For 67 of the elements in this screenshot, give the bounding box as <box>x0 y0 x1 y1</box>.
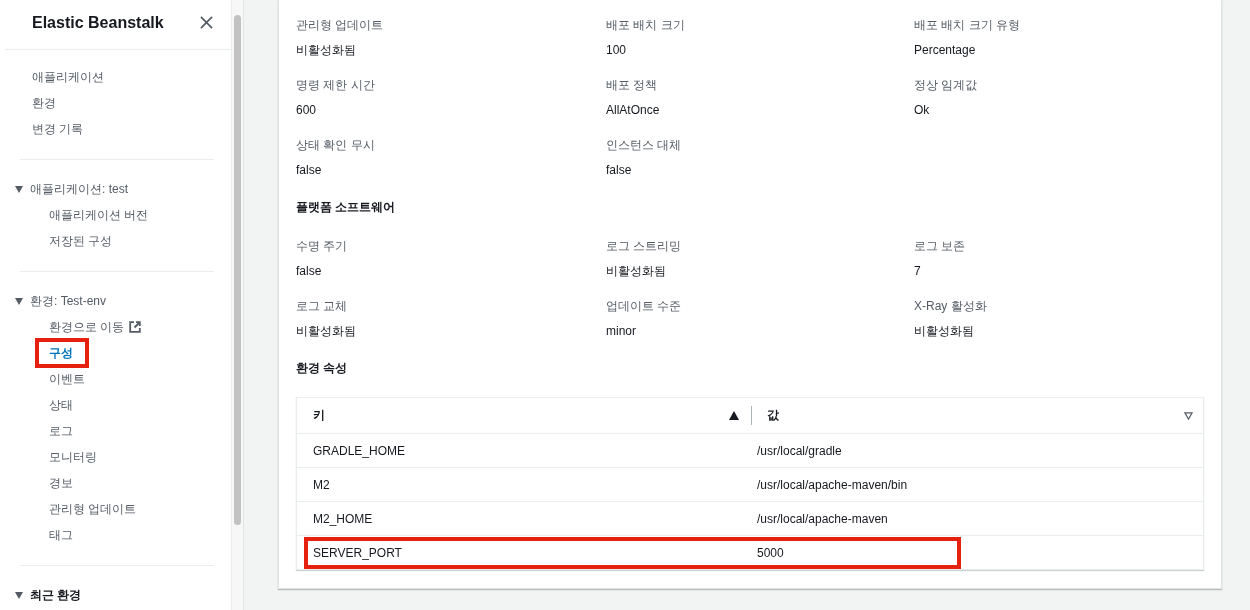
sidebar-link[interactable]: 환경으로 이동 <box>49 318 125 336</box>
field-label: 업데이트 수준 <box>606 298 683 315</box>
caret-icon[interactable] <box>15 185 23 193</box>
field-value: 100 <box>606 42 628 59</box>
field-value: 7 <box>914 263 922 280</box>
section-heading: 플랫폼 소프트웨어 <box>296 199 397 216</box>
table-cell-text: M2_HOME <box>312 511 374 526</box>
sidebar-link[interactable]: 환경 <box>32 94 56 112</box>
field-label: 명령 제한 시간 <box>296 77 376 94</box>
field-label: 로그 교체 <box>296 298 349 315</box>
sidebar-group-heading[interactable]: 최근 환경 <box>30 586 82 604</box>
column-header[interactable]: 값 <box>767 407 1184 424</box>
field-label: 로그 보존 <box>914 238 967 255</box>
sidebar-link[interactable]: 구성 <box>49 344 73 362</box>
sidebar-link[interactable]: 모니터링 <box>49 448 97 466</box>
table-cell-text: SERVER_PORT <box>312 545 403 560</box>
sidebar-group-heading[interactable]: 애플리케이션: test <box>30 180 128 198</box>
caret-icon[interactable] <box>15 591 23 599</box>
field-value: 비활성화됨 <box>914 323 975 340</box>
section-heading: 환경 속성 <box>296 360 349 377</box>
field-value: Ok <box>914 102 931 119</box>
column-header[interactable]: 키 <box>313 407 729 424</box>
field-label: 로그 스트리밍 <box>606 238 683 255</box>
sidebar-title: Elastic Beanstalk <box>32 13 164 32</box>
field-value: AllAtOnce <box>606 102 661 119</box>
table-cell-text: /usr/local/gradle <box>756 443 843 458</box>
field-label: 상태 확인 무시 <box>296 137 376 154</box>
sidebar-link[interactable]: 관리형 업데이트 <box>49 500 137 518</box>
table-cell-text: M2 <box>312 477 331 492</box>
field-value: Percentage <box>914 42 977 59</box>
field-value: false <box>296 263 323 280</box>
sidebar-link[interactable]: 이벤트 <box>49 370 85 388</box>
caret-icon[interactable] <box>15 297 23 305</box>
field-label: 정상 임계값 <box>914 77 979 94</box>
field-label: 관리형 업데이트 <box>296 17 385 34</box>
table-cell-text: /usr/local/apache-maven/bin <box>756 477 909 492</box>
sidebar-group-heading[interactable]: 환경: Test-env <box>30 292 107 310</box>
sidebar-link[interactable]: 태그 <box>49 526 73 544</box>
field-label: 수명 주기 <box>296 238 349 255</box>
external-link-icon[interactable] <box>129 321 142 333</box>
field-value: false <box>606 162 633 179</box>
field-value: false <box>296 162 323 179</box>
field-value: 비활성화됨 <box>296 323 357 340</box>
table-cell-text: /usr/local/apache-maven <box>756 511 889 526</box>
table-cell-text: 5000 <box>756 545 785 560</box>
field-label: 배포 배치 크기 <box>606 17 686 34</box>
sidebar-link[interactable]: 경보 <box>49 474 73 492</box>
sidebar-link[interactable]: 애플리케이션 버전 <box>49 206 149 224</box>
sidebar-link[interactable]: 상태 <box>49 396 73 414</box>
sort-icon[interactable] <box>729 411 739 420</box>
sort-icon[interactable] <box>1184 411 1193 420</box>
close-icon[interactable] <box>200 16 213 29</box>
field-label: 배포 정책 <box>606 77 659 94</box>
sidebar-link[interactable]: 로그 <box>49 422 73 440</box>
field-value: 비활성화됨 <box>296 42 357 59</box>
sidebar-link[interactable]: 변경 기록 <box>32 120 84 138</box>
table-cell-text: GRADLE_HOME <box>312 443 407 458</box>
sidebar-link[interactable]: 애플리케이션 <box>32 68 104 86</box>
field-value: minor <box>606 323 637 340</box>
field-value: 600 <box>296 102 318 119</box>
scrollbar-thumb[interactable] <box>234 15 241 525</box>
sidebar-link[interactable]: 저장된 구성 <box>49 232 113 250</box>
field-label: 배포 배치 크기 유형 <box>914 17 1021 34</box>
scrollbar-track[interactable] <box>232 0 244 610</box>
field-label: X-Ray 활성화 <box>914 298 988 315</box>
field-value: 비활성화됨 <box>606 263 667 280</box>
field-label: 인스턴스 대체 <box>606 137 683 154</box>
